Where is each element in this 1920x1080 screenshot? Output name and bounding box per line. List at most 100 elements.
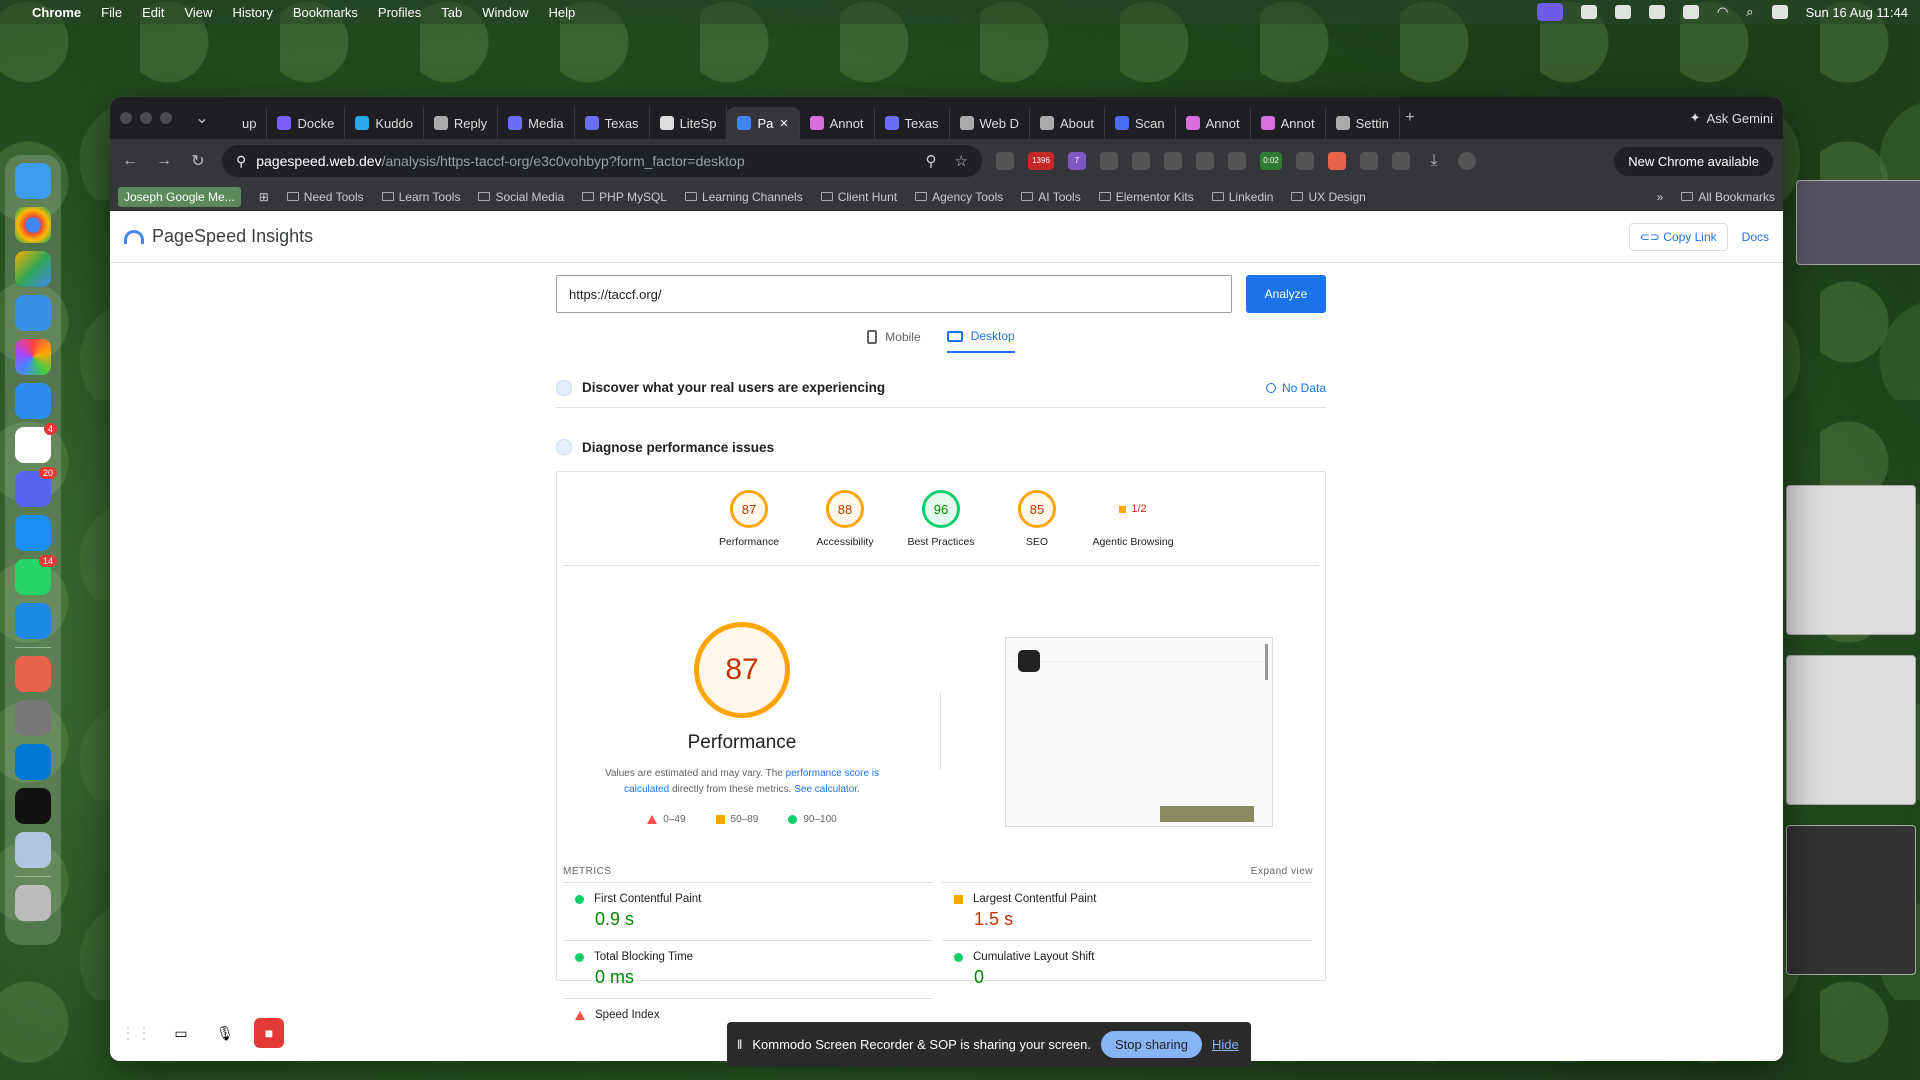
browser-tab[interactable]: Settin <box>1326 107 1400 139</box>
menu-file[interactable]: File <box>101 5 122 20</box>
browser-tab[interactable]: About <box>1030 107 1105 139</box>
status-app-icon[interactable] <box>1580 5 1597 19</box>
menu-profiles[interactable]: Profiles <box>378 5 421 20</box>
window-thumbnail[interactable] <box>1786 825 1916 975</box>
control-center-icon[interactable] <box>1771 5 1788 19</box>
formula-extension-icon[interactable] <box>1100 152 1118 170</box>
bookmark-folder[interactable]: Social Media <box>478 190 564 204</box>
profile-avatar[interactable] <box>1458 152 1476 170</box>
discord-icon[interactable]: 20 <box>15 467 57 507</box>
forward-button[interactable]: → <box>154 152 174 170</box>
sun-icon[interactable] <box>1614 5 1631 19</box>
bookmark-folder[interactable]: AI Tools <box>1021 190 1081 204</box>
bookmark-folder[interactable]: UX Design <box>1291 190 1366 204</box>
gauge-best-practices[interactable]: 96 Best Practices <box>907 490 975 565</box>
close-window-button[interactable] <box>120 112 132 124</box>
bookmark-folder[interactable]: Linkedin <box>1211 190 1273 204</box>
stop-sharing-button[interactable]: Stop sharing <box>1101 1030 1203 1058</box>
zoom-icon[interactable]: ⚲ <box>926 152 937 170</box>
mail-icon[interactable] <box>15 295 51 331</box>
tab-mobile[interactable]: Mobile <box>867 329 921 353</box>
browser-tab[interactable]: Reply <box>424 107 499 139</box>
analyze-button[interactable]: Analyze <box>1246 275 1326 313</box>
extension-icon[interactable] <box>996 152 1014 170</box>
color-extension-icon[interactable] <box>1132 152 1150 170</box>
browser-tab[interactable]: Pa ✕ <box>727 107 800 139</box>
browser-tab[interactable]: Texas <box>875 107 950 139</box>
bookmark-star-icon[interactable]: ☆ <box>955 152 968 170</box>
minimize-window-button[interactable] <box>140 112 152 124</box>
bookmark-folder[interactable]: Agency Tools <box>915 190 1003 204</box>
preview-icon[interactable] <box>15 832 51 868</box>
see-calculator-link[interactable]: See calculator. <box>794 784 860 795</box>
new-chrome-available-button[interactable]: New Chrome available <box>1614 146 1773 176</box>
menu-view[interactable]: View <box>184 5 212 20</box>
copy-link-button[interactable]: ⊂⊃ Copy Link <box>1628 222 1728 251</box>
browser-tab[interactable]: Scan <box>1105 107 1176 139</box>
tab-search-chevron-icon[interactable]: ⌄ <box>192 108 212 128</box>
bookmark-folder[interactable]: PHP MySQL <box>582 190 667 204</box>
menu-history[interactable]: History <box>232 5 272 20</box>
menu-app-name[interactable]: Chrome <box>32 5 81 20</box>
gauge-agentic-browsing[interactable]: 1/2 Agentic Browsing <box>1092 490 1173 565</box>
menubar-datetime[interactable]: Sun 16 Aug 11:44 <box>1806 5 1908 20</box>
menu-tab[interactable]: Tab <box>441 5 462 20</box>
expand-view-toggle[interactable]: Expand view <box>1251 866 1313 877</box>
site-info-icon[interactable]: ⚲ <box>236 153 246 170</box>
extension-icon[interactable] <box>1228 152 1246 170</box>
browser-tab[interactable]: Docke <box>267 107 346 139</box>
all-bookmarks[interactable]: All Bookmarks <box>1681 190 1775 204</box>
trash-icon[interactable] <box>15 885 51 921</box>
microphone-button[interactable]: 🎙︎ <box>210 1018 240 1048</box>
window-thumbnail[interactable] <box>1786 655 1916 805</box>
menu-bookmarks[interactable]: Bookmarks <box>293 5 358 20</box>
browser-tab[interactable]: Web D <box>950 107 1031 139</box>
screen-app-icon[interactable] <box>15 603 51 639</box>
gauge-performance[interactable]: 87 Performance <box>719 490 779 565</box>
menu-edit[interactable]: Edit <box>142 5 164 20</box>
timer-extension-icon[interactable]: 0:02 <box>1260 152 1282 170</box>
bookmark-folder[interactable]: Learn Tools <box>381 190 460 204</box>
claude-icon[interactable] <box>15 656 51 692</box>
reminders-icon[interactable]: 4 <box>15 423 57 463</box>
browser-tab[interactable]: Annot <box>800 107 875 139</box>
system-settings-icon[interactable] <box>15 700 51 736</box>
url-input[interactable]: https://taccf.org/ <box>556 275 1232 313</box>
safari-icon[interactable] <box>15 383 51 419</box>
chatgpt-icon[interactable] <box>15 788 51 824</box>
drag-handle-icon[interactable]: ⋮⋮ <box>120 1023 152 1043</box>
gauge-seo[interactable]: 85 SEO <box>1007 490 1067 565</box>
gauge-accessibility[interactable]: 88 Accessibility <box>815 490 875 565</box>
close-tab-icon[interactable]: ✕ <box>779 117 788 130</box>
claude-extension-icon[interactable] <box>1328 152 1346 170</box>
bookmark-folder[interactable]: Need Tools <box>286 190 364 204</box>
terminal-extension-icon[interactable] <box>1360 152 1378 170</box>
extension-seven-icon[interactable]: 7 <box>1068 152 1086 170</box>
video-call-thumbnail[interactable] <box>1796 180 1920 265</box>
pen-extension-icon[interactable] <box>1164 152 1182 170</box>
docs-link[interactable]: Docs <box>1742 230 1769 244</box>
browser-tab[interactable]: Media <box>498 107 575 139</box>
app-store-icon[interactable] <box>15 515 51 551</box>
extension-badge-icon[interactable]: 1396 <box>1028 152 1054 170</box>
page-screenshot-thumbnail[interactable] <box>1005 637 1273 827</box>
browser-tab[interactable]: Kuddo <box>345 107 424 139</box>
bookmark-google-meet[interactable]: Joseph Google Me... <box>118 186 241 207</box>
browser-tab[interactable]: Annot <box>1176 107 1251 139</box>
ask-gemini-button[interactable]: ✦ Ask Gemini <box>1690 110 1773 126</box>
hide-sharing-bar-link[interactable]: Hide <box>1212 1037 1239 1052</box>
browser-tab[interactable]: LiteSp <box>650 107 728 139</box>
screen-cast-icon[interactable] <box>1536 3 1563 21</box>
menu-window[interactable]: Window <box>482 5 528 20</box>
bookmark-folder[interactable]: Client Hunt <box>820 190 897 204</box>
extension-icon[interactable] <box>1296 152 1314 170</box>
windows-app-icon[interactable] <box>15 744 51 780</box>
new-tab-button[interactable]: + <box>1400 109 1420 127</box>
bookmarks-overflow-icon[interactable]: » <box>1657 190 1664 204</box>
download-icon[interactable]: ⤓ <box>1424 152 1444 170</box>
play-icon[interactable] <box>1682 5 1699 19</box>
camera-button[interactable]: ▭ <box>166 1018 196 1048</box>
browser-tab[interactable]: up <box>212 107 268 139</box>
tab-desktop[interactable]: Desktop <box>946 329 1015 353</box>
puzzle-icon[interactable] <box>1392 152 1410 170</box>
